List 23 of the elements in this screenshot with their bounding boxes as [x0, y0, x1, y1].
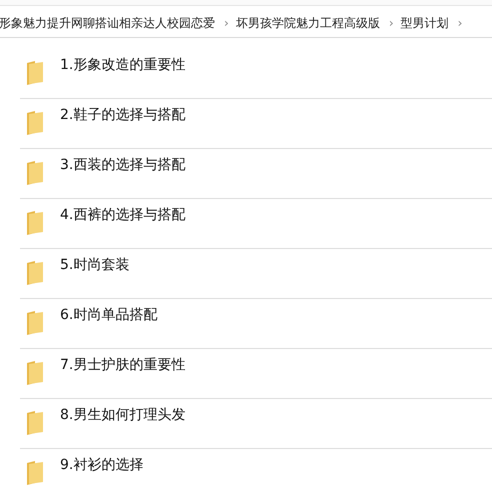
folder-icon[interactable] — [25, 159, 45, 185]
folder-icon[interactable] — [25, 209, 45, 235]
folder-icon[interactable] — [25, 259, 45, 285]
folder-icon[interactable] — [25, 359, 45, 385]
folder-icon[interactable] — [25, 459, 45, 485]
chevron-icon[interactable]: › — [458, 14, 462, 32]
folder-name[interactable]: 5.时尚套装 — [60, 255, 130, 276]
folder-name[interactable]: 7.男士护肤的重要性 — [60, 355, 186, 376]
folder-icon[interactable] — [25, 409, 45, 435]
folder-name[interactable]: 4.西裤的选择与搭配 — [60, 205, 186, 226]
folder-name[interactable]: 2.鞋子的选择与搭配 — [60, 105, 186, 126]
folder-name[interactable]: 3.西装的选择与搭配 — [60, 155, 186, 176]
folder-name[interactable]: 8.男生如何打理头发 — [60, 405, 186, 426]
breadcrumb-item[interactable]: 型男计划 — [400, 14, 450, 32]
folder-icon[interactable] — [25, 309, 45, 335]
chevron-icon[interactable]: › — [224, 14, 229, 32]
folder-name[interactable]: 6.时尚单品搭配 — [60, 305, 158, 326]
folder-icon[interactable] — [25, 59, 45, 85]
folder-name[interactable]: 9.衬衫的选择 — [60, 455, 144, 476]
folder-name[interactable]: 1.形象改造的重要性 — [60, 55, 186, 76]
folder-icon[interactable] — [25, 109, 45, 135]
chevron-icon[interactable]: › — [388, 14, 394, 32]
breadcrumb-item[interactable]: 坏男孩学院魅力工程高级版 — [234, 14, 381, 32]
